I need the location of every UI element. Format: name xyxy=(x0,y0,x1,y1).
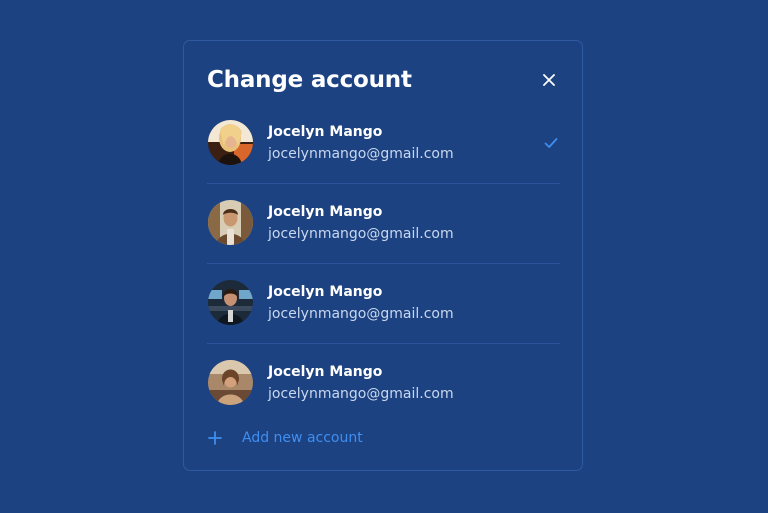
account-name: Jocelyn Mango xyxy=(268,204,383,220)
close-icon xyxy=(543,74,555,86)
check-icon xyxy=(544,138,558,148)
close-button[interactable] xyxy=(540,71,558,89)
account-email: jocelynmango@gmail.com xyxy=(268,386,454,402)
account-email: jocelynmango@gmail.com xyxy=(268,226,454,242)
account-name: Jocelyn Mango xyxy=(268,284,383,300)
account-name: Jocelyn Mango xyxy=(268,364,383,380)
add-account-label: Add new account xyxy=(242,430,363,446)
page-background: Change account Jocelyn Mango jocelynmang… xyxy=(0,0,768,513)
avatar xyxy=(208,120,253,165)
avatar xyxy=(208,280,253,325)
avatar xyxy=(208,360,253,405)
account-list: Jocelyn Mango jocelynmango@gmail.com Joc… xyxy=(207,105,560,423)
account-email: jocelynmango@gmail.com xyxy=(268,146,454,162)
account-item[interactable]: Jocelyn Mango jocelynmango@gmail.com xyxy=(207,105,560,184)
plus-icon xyxy=(207,430,223,446)
account-email: jocelynmango@gmail.com xyxy=(268,306,454,322)
change-account-dialog: Change account Jocelyn Mango jocelynmang… xyxy=(183,40,583,471)
account-item[interactable]: Jocelyn Mango jocelynmango@gmail.com xyxy=(207,185,560,264)
account-item[interactable]: Jocelyn Mango jocelynmango@gmail.com xyxy=(207,265,560,344)
account-name: Jocelyn Mango xyxy=(268,124,383,140)
avatar xyxy=(208,200,253,245)
account-item[interactable]: Jocelyn Mango jocelynmango@gmail.com xyxy=(207,345,560,423)
add-account-button[interactable]: Add new account xyxy=(207,427,363,449)
dialog-title: Change account xyxy=(207,67,412,93)
